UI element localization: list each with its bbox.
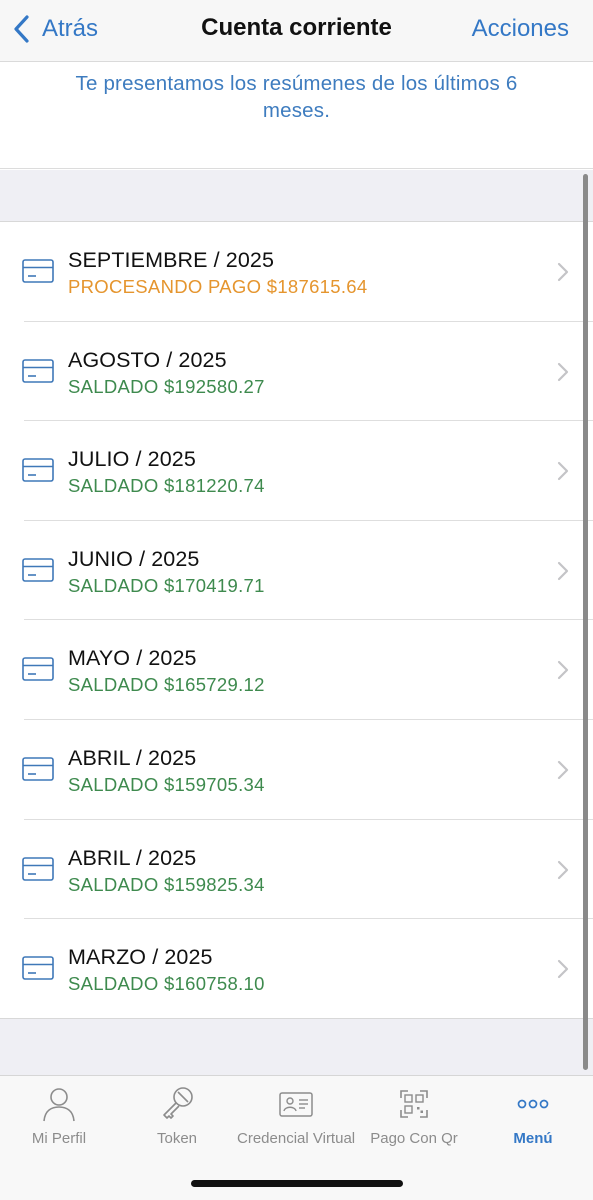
chevron-right-icon — [557, 860, 569, 879]
statement-status: SALDADO $159825.34 — [68, 873, 265, 895]
statement-status: SALDADO $165729.12 — [68, 674, 265, 696]
chevron-right-icon — [557, 462, 569, 481]
scrollbar[interactable] — [583, 174, 588, 1070]
credit-card-icon — [22, 358, 54, 383]
tab-credencial-virtual[interactable]: Credencial Virtual — [237, 1076, 355, 1156]
navigation-bar: Atrás Cuenta corriente Acciones — [0, 0, 593, 62]
statement-list: SEPTIEMBRE / 2025 PROCESANDO PAGO $187615… — [0, 222, 593, 1019]
statement-status: SALDADO $181220.74 — [68, 475, 265, 497]
back-button[interactable]: Atrás — [12, 12, 98, 46]
qr-code-icon — [400, 1090, 428, 1118]
statement-row[interactable]: MAYO / 2025 SALDADO $165729.12 — [0, 620, 593, 720]
tab-label: Credencial Virtual — [237, 1130, 356, 1147]
chevron-right-icon — [557, 362, 569, 381]
statement-period: JUNIO / 2025 — [68, 546, 200, 571]
statement-status: SALDADO $160758.10 — [68, 973, 265, 995]
statement-status: SALDADO $192580.27 — [68, 375, 265, 397]
credit-card-icon — [22, 458, 54, 482]
tab-mi-perfil[interactable]: Mi Perfil — [0, 1076, 118, 1156]
credit-card-icon — [22, 259, 54, 283]
statement-period: ABRIL / 2025 — [68, 745, 197, 770]
tab-label: Menú — [513, 1130, 553, 1147]
chevron-right-icon — [557, 760, 569, 780]
statement-period: JULIO / 2025 — [68, 447, 196, 472]
statement-row[interactable]: ABRIL / 2025 SALDADO $159825.34 — [0, 819, 593, 920]
statement-period: AGOSTO / 2025 — [68, 347, 227, 372]
credit-card-icon — [22, 757, 54, 781]
actions-button[interactable]: Acciones — [472, 15, 569, 43]
statement-period: MAYO / 2025 — [68, 646, 197, 671]
credit-card-icon — [22, 657, 54, 682]
credit-card-icon — [22, 557, 54, 582]
chevron-right-icon — [557, 561, 569, 580]
credit-card-icon — [22, 856, 54, 881]
statement-row[interactable]: JULIO / 2025 SALDADO $181220.74 — [0, 421, 593, 521]
statement-status: SALDADO $159705.34 — [68, 773, 265, 795]
id-card-icon — [279, 1092, 313, 1117]
home-indicator — [191, 1180, 403, 1187]
user-icon — [43, 1088, 75, 1122]
tab-token[interactable]: Token — [118, 1076, 236, 1156]
chevron-left-icon — [14, 15, 29, 43]
intro-text: Te presentamos los resúmenes de los últi… — [0, 62, 593, 169]
back-label: Atrás — [42, 15, 99, 42]
statement-row[interactable]: AGOSTO / 2025 SALDADO $192580.27 — [0, 321, 593, 422]
credit-card-icon — [22, 956, 54, 980]
tab-menu[interactable]: Menú — [474, 1076, 592, 1156]
statement-period: SEPTIEMBRE / 2025 — [68, 248, 275, 272]
chevron-right-icon — [557, 661, 569, 680]
section-spacer — [0, 170, 593, 222]
tab-pago-con-qr[interactable]: Pago Con Qr — [355, 1076, 473, 1156]
statement-row[interactable]: MARZO / 2025 SALDADO $160758.10 — [0, 919, 593, 1019]
chevron-right-icon — [557, 262, 569, 282]
statement-period: ABRIL / 2025 — [68, 845, 197, 870]
more-icon — [517, 1099, 549, 1109]
chevron-right-icon — [557, 960, 569, 979]
statement-row[interactable]: SEPTIEMBRE / 2025 PROCESANDO PAGO $187615… — [0, 222, 593, 322]
tab-label: Mi Perfil — [31, 1130, 87, 1147]
statement-row[interactable]: JUNIO / 2025 SALDADO $170419.71 — [0, 520, 593, 621]
statement-row[interactable]: ABRIL / 2025 SALDADO $159705.34 — [0, 719, 593, 820]
section-spacer-bottom — [0, 1018, 593, 1075]
statement-status: PROCESANDO PAGO $187615.64 — [68, 276, 368, 297]
tab-label: Token — [156, 1130, 198, 1147]
tab-label: Pago Con Qr — [370, 1130, 458, 1147]
statement-period: MARZO / 2025 — [68, 945, 213, 970]
statement-status: SALDADO $170419.71 — [68, 574, 265, 596]
key-icon — [163, 1087, 193, 1119]
